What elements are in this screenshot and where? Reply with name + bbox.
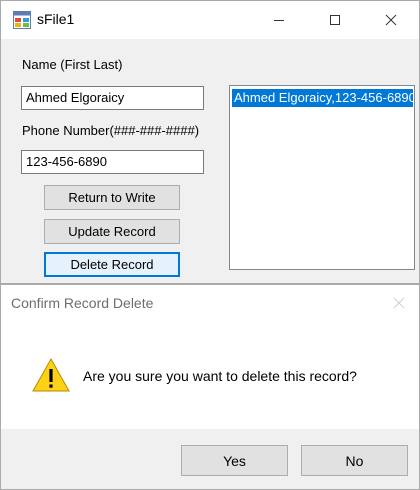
close-button[interactable] [363, 1, 419, 39]
list-item[interactable]: Ahmed Elgoraicy,123-456-6890 [232, 89, 413, 107]
name-label: Name (First Last) [22, 57, 123, 72]
warning-icon [32, 357, 70, 392]
dialog-title: Confirm Record Delete [11, 295, 154, 311]
return-to-write-button[interactable]: Return to Write [44, 185, 180, 210]
dialog-message: Are you sure you want to delete this rec… [83, 368, 357, 384]
close-icon [385, 14, 397, 26]
title-bar[interactable]: sFile1 [1, 1, 419, 39]
dialog-body: Are you sure you want to delete this rec… [1, 321, 419, 429]
window-title: sFile1 [37, 11, 75, 27]
phone-label: Phone Number(###-###-####) [22, 123, 200, 138]
records-listbox[interactable]: Ahmed Elgoraicy,123-456-6890 [229, 85, 415, 270]
yes-button[interactable]: Yes [181, 445, 288, 476]
minimize-icon [274, 20, 284, 21]
name-field[interactable]: Ahmed Elgoraicy [21, 86, 204, 110]
dialog-close-button[interactable] [389, 293, 409, 313]
dialog-title-bar[interactable]: Confirm Record Delete [1, 285, 419, 321]
delete-record-button[interactable]: Delete Record [44, 252, 180, 277]
app-form-icon [13, 11, 31, 29]
main-window: sFile1 Name (First Last) Ahmed Elgoraicy… [0, 0, 420, 284]
phone-field[interactable]: 123-456-6890 [21, 150, 204, 174]
dialog-footer: Yes No [1, 429, 419, 489]
update-record-button[interactable]: Update Record [44, 219, 180, 244]
maximize-button[interactable] [307, 1, 363, 39]
minimize-button[interactable] [251, 1, 307, 39]
confirm-dialog: Confirm Record Delete Are you sure you w… [0, 284, 420, 490]
close-icon [393, 297, 405, 309]
no-button[interactable]: No [301, 445, 408, 476]
maximize-icon [330, 15, 340, 25]
